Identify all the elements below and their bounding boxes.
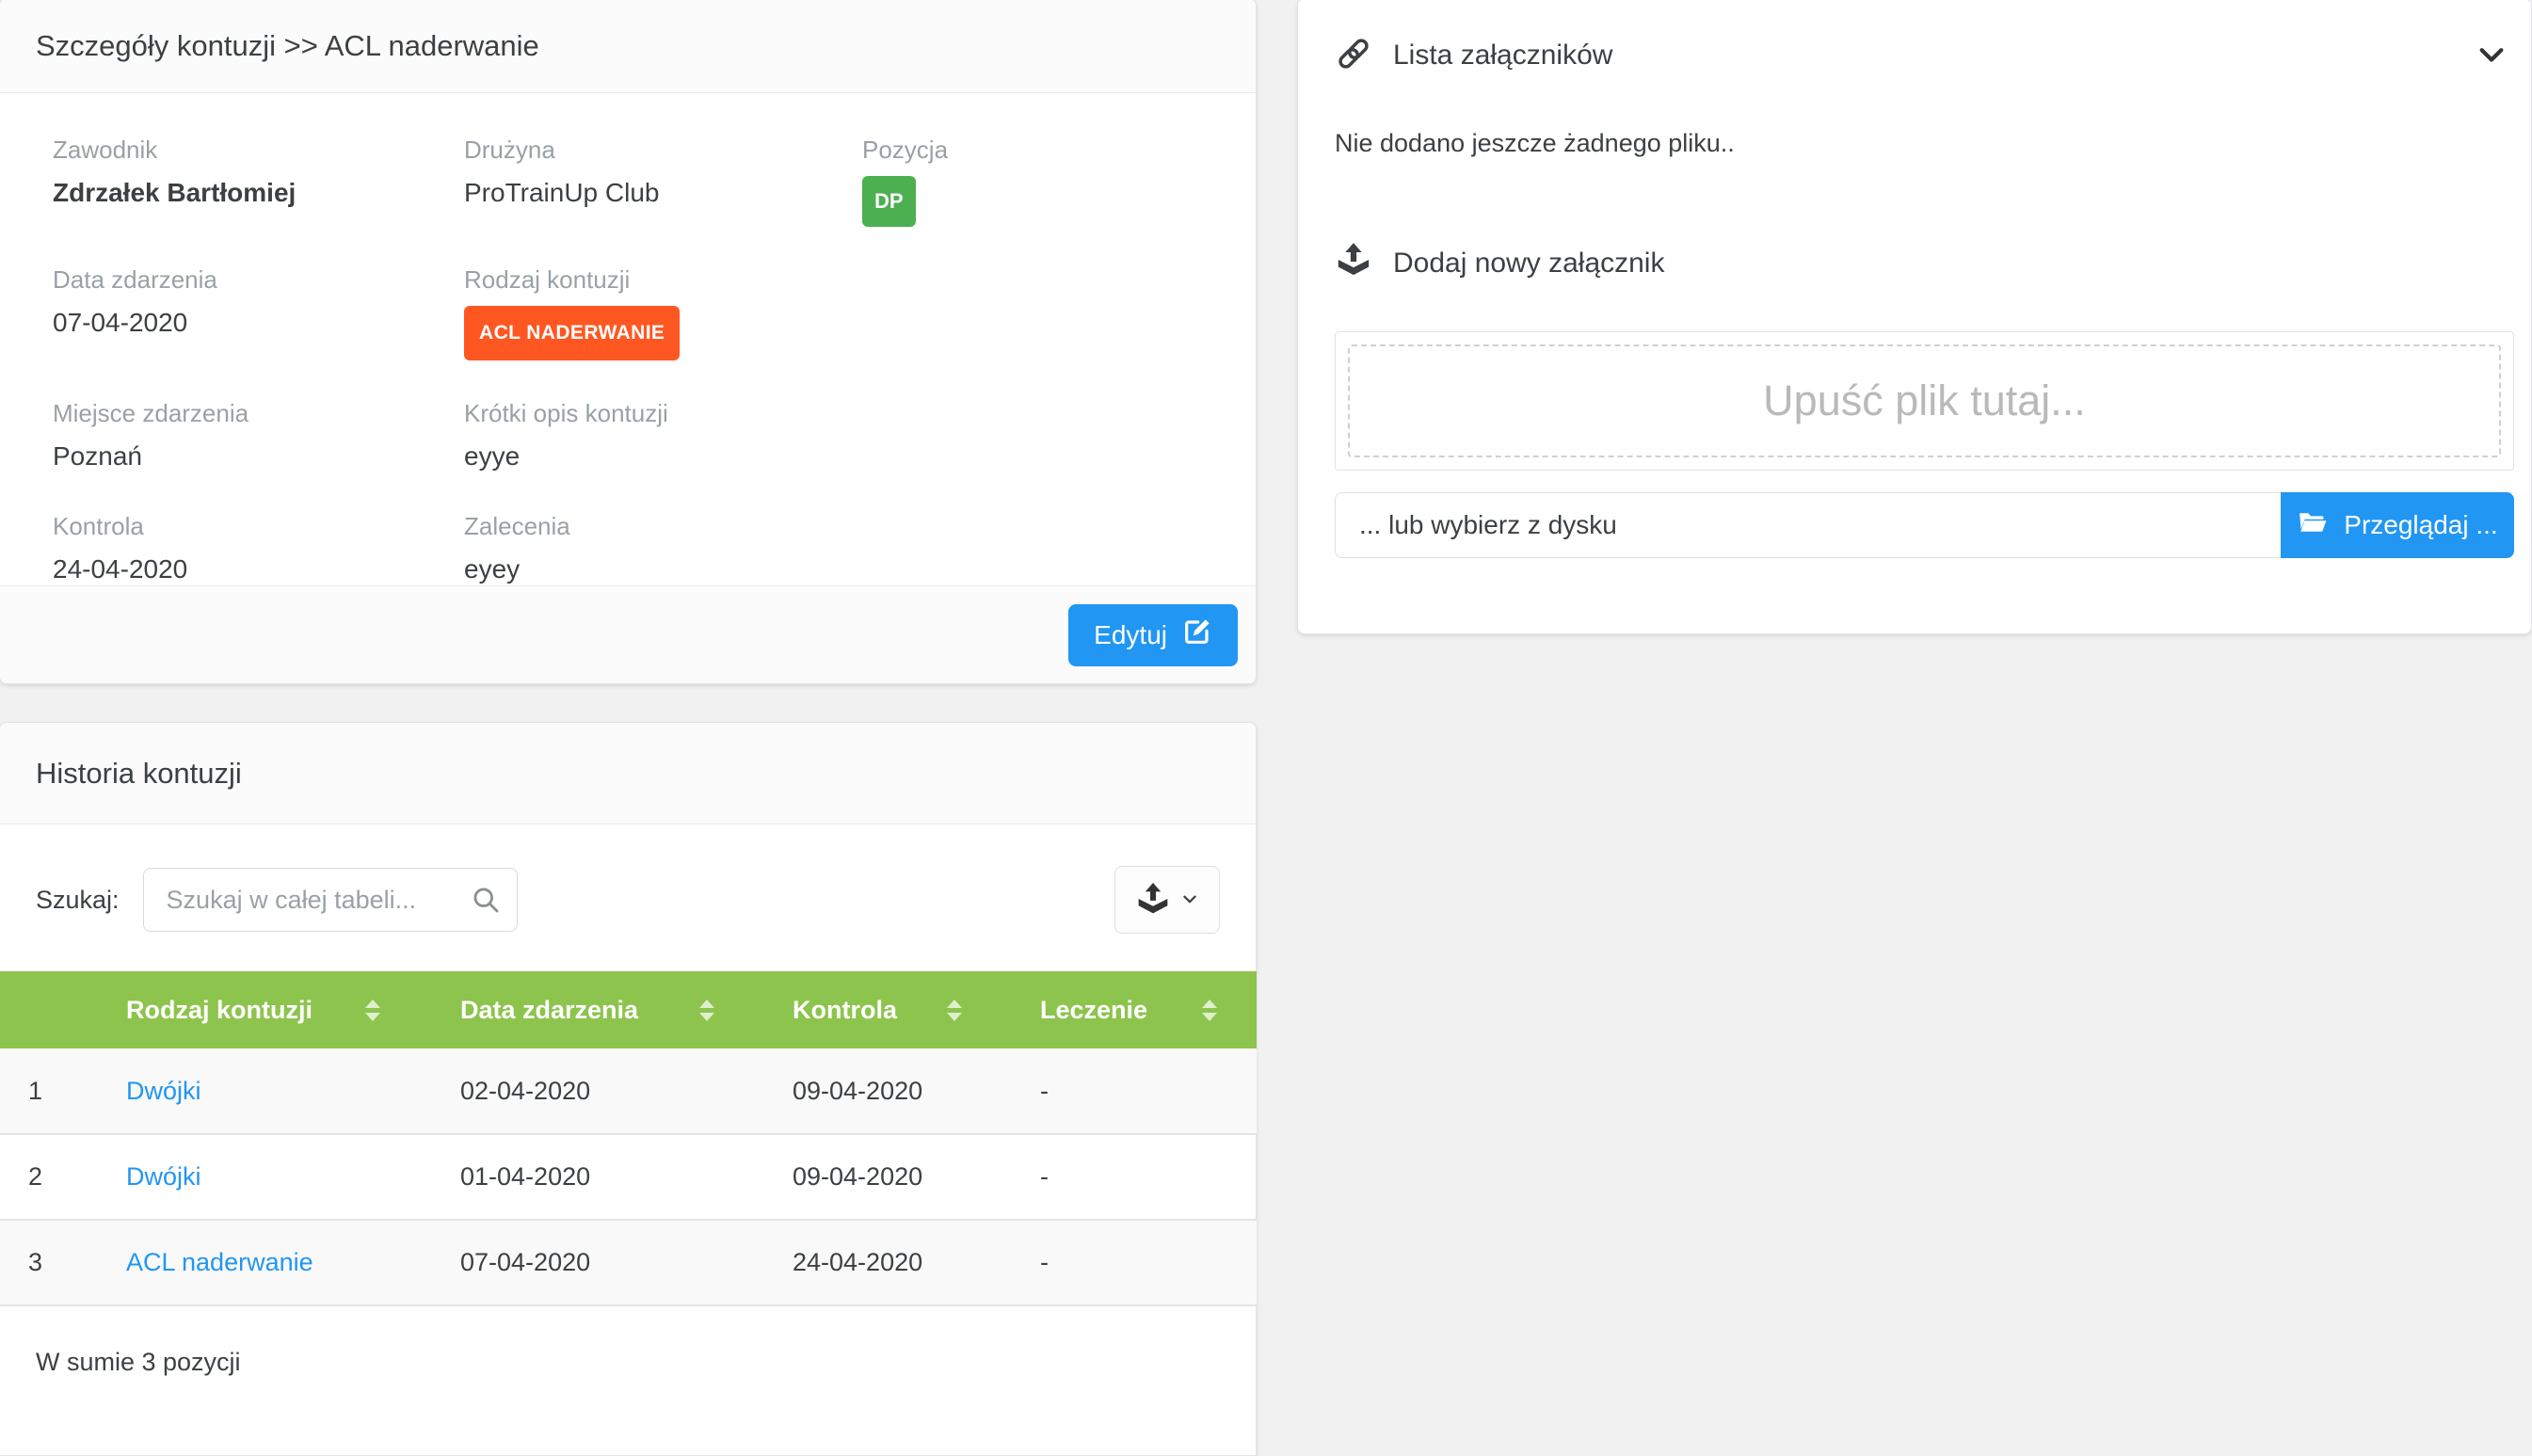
edit-icon xyxy=(1182,616,1212,653)
field-injury-type: Rodzaj kontuzji ACL NADERWANIE xyxy=(464,264,862,360)
history-toolbar: Szukaj: xyxy=(0,824,1256,971)
field-label: Kontrola xyxy=(53,511,464,541)
position-badge: DP xyxy=(862,176,916,227)
attachments-empty-text: Nie dodano jeszcze żadnego pliku.. xyxy=(1335,129,2514,158)
dropzone-container: Upuść plik tutaj... xyxy=(1335,331,2514,471)
field-team: Drużyna ProTrainUp Club xyxy=(464,135,862,227)
export-icon xyxy=(1135,881,1171,920)
column-header-treatment[interactable]: Leczenie xyxy=(993,971,1257,1048)
table-row: 2 Dwójki 01-04-2020 09-04-2020 - xyxy=(0,1134,1257,1220)
field-value-checkup: 24-04-2020 xyxy=(53,552,464,586)
injury-details-card: Szczegóły kontuzji >> ACL naderwanie Zaw… xyxy=(0,0,1257,684)
field-player: Zawodnik Zdrzałek Bartłomiej xyxy=(53,135,464,227)
search-box xyxy=(143,868,518,932)
injury-link[interactable]: Dwójki xyxy=(126,1077,201,1105)
table-row: 3 ACL naderwanie 07-04-2020 24-04-2020 - xyxy=(0,1220,1257,1305)
search-icon xyxy=(471,885,501,915)
add-attachment-header: Dodaj nowy załącznik xyxy=(1335,243,2514,284)
row-number: 1 xyxy=(0,1048,89,1134)
field-label: Data zdarzenia xyxy=(53,264,464,295)
field-event-date: Data zdarzenia 07-04-2020 xyxy=(53,264,464,360)
link-icon xyxy=(1335,35,1372,77)
dropzone-text: Upuść plik tutaj... xyxy=(1763,376,2086,425)
cell-treatment: - xyxy=(993,1048,1257,1134)
field-value-player: Zdrzałek Bartłomiej xyxy=(53,176,464,210)
cell-checkup: 24-04-2020 xyxy=(748,1220,993,1305)
field-label: Zalecenia xyxy=(464,511,862,541)
field-event-place: Miejsce zdarzenia Poznań xyxy=(53,398,464,473)
file-dropzone[interactable]: Upuść plik tutaj... xyxy=(1348,344,2501,457)
injury-link[interactable]: Dwójki xyxy=(126,1162,201,1191)
field-checkup: Kontrola 24-04-2020 xyxy=(53,511,464,586)
cell-checkup: 09-04-2020 xyxy=(748,1048,993,1134)
table-header-row: Rodzaj kontuzji Data zdarzenia Kontrola … xyxy=(0,971,1257,1048)
column-header-number xyxy=(0,971,89,1048)
field-value-recommendations: eyey xyxy=(464,552,862,586)
column-header-checkup[interactable]: Kontrola xyxy=(748,971,993,1048)
file-path-input[interactable] xyxy=(1335,492,2281,558)
field-row: Data zdarzenia 07-04-2020 Rodzaj kontuzj… xyxy=(53,264,1220,360)
field-value-event-place: Poznań xyxy=(53,440,464,473)
field-label: Zawodnik xyxy=(53,135,464,165)
column-header-injury-type[interactable]: Rodzaj kontuzji xyxy=(89,971,414,1048)
search-input[interactable] xyxy=(143,868,518,932)
sort-icon xyxy=(699,1000,714,1021)
export-button[interactable] xyxy=(1114,866,1220,934)
caret-down-icon xyxy=(1179,888,1200,912)
cell-treatment: - xyxy=(993,1134,1257,1220)
add-attachment-title: Dodaj nowy załącznik xyxy=(1393,248,1664,280)
cell-event-date: 07-04-2020 xyxy=(414,1220,748,1305)
collapse-toggle[interactable] xyxy=(2469,33,2514,78)
cell-checkup: 09-04-2020 xyxy=(748,1134,993,1220)
file-picker-group: Przeglądaj ... xyxy=(1335,492,2514,558)
field-value-description: eyye xyxy=(464,440,862,473)
edit-button-label: Edytuj xyxy=(1094,620,1167,650)
field-label: Rodzaj kontuzji xyxy=(464,264,862,295)
field-value-event-date: 07-04-2020 xyxy=(53,306,464,340)
attachments-title: Lista załączników xyxy=(1393,40,1612,72)
injury-details-body: Zawodnik Zdrzałek Bartłomiej Drużyna Pro… xyxy=(0,93,1256,586)
field-label: Miejsce zdarzenia xyxy=(53,398,464,428)
page-title: Szczegóły kontuzji >> ACL naderwanie xyxy=(36,29,539,63)
injury-type-badge: ACL NADERWANIE xyxy=(464,306,680,360)
field-label: Krótki opis kontuzji xyxy=(464,398,862,428)
upload-icon xyxy=(1335,241,1372,286)
field-row: Miejsce zdarzenia Poznań Krótki opis kon… xyxy=(53,398,1220,473)
field-label: Drużyna xyxy=(464,135,862,165)
sort-icon xyxy=(947,1000,962,1021)
field-label: Pozycja xyxy=(862,135,1220,165)
history-title: Historia kontuzji xyxy=(36,757,242,791)
details-footer: Edytuj xyxy=(0,585,1256,683)
table-summary: W sumie 3 pozycji xyxy=(0,1306,1256,1418)
attachments-header: Lista załączników xyxy=(1335,0,2514,78)
search-label: Szukaj: xyxy=(36,886,120,915)
attachments-card: Lista załączników Nie dodano jeszcze żad… xyxy=(1297,0,2532,634)
cell-event-date: 02-04-2020 xyxy=(414,1048,748,1134)
cell-treatment: - xyxy=(993,1220,1257,1305)
field-value-team: ProTrainUp Club xyxy=(464,176,862,210)
field-row: Zawodnik Zdrzałek Bartłomiej Drużyna Pro… xyxy=(53,135,1220,227)
row-number: 2 xyxy=(0,1134,89,1220)
row-number: 3 xyxy=(0,1220,89,1305)
sort-icon xyxy=(365,1000,380,1021)
field-recommendations: Zalecenia eyey xyxy=(464,511,862,586)
edit-button[interactable]: Edytuj xyxy=(1068,604,1238,666)
browse-button[interactable]: Przeglądaj ... xyxy=(2281,492,2514,558)
injury-details-header: Szczegóły kontuzji >> ACL naderwanie xyxy=(0,0,1256,93)
chevron-down-icon xyxy=(2474,37,2509,75)
sort-icon xyxy=(1202,1000,1217,1021)
folder-open-icon xyxy=(2297,506,2329,545)
field-row: Kontrola 24-04-2020 Zalecenia eyey xyxy=(53,511,1220,586)
field-description: Krótki opis kontuzji eyye xyxy=(464,398,862,473)
cell-event-date: 01-04-2020 xyxy=(414,1134,748,1220)
injury-history-table: Rodzaj kontuzji Data zdarzenia Kontrola … xyxy=(0,971,1257,1306)
injury-link[interactable]: ACL naderwanie xyxy=(126,1248,313,1276)
history-header: Historia kontuzji xyxy=(0,723,1256,824)
browse-button-label: Przeglądaj ... xyxy=(2344,510,2497,540)
field-position: Pozycja DP xyxy=(862,135,1220,227)
injury-history-card: Historia kontuzji Szukaj: xyxy=(0,722,1257,1456)
table-row: 1 Dwójki 02-04-2020 09-04-2020 - xyxy=(0,1048,1257,1134)
column-header-event-date[interactable]: Data zdarzenia xyxy=(414,971,748,1048)
